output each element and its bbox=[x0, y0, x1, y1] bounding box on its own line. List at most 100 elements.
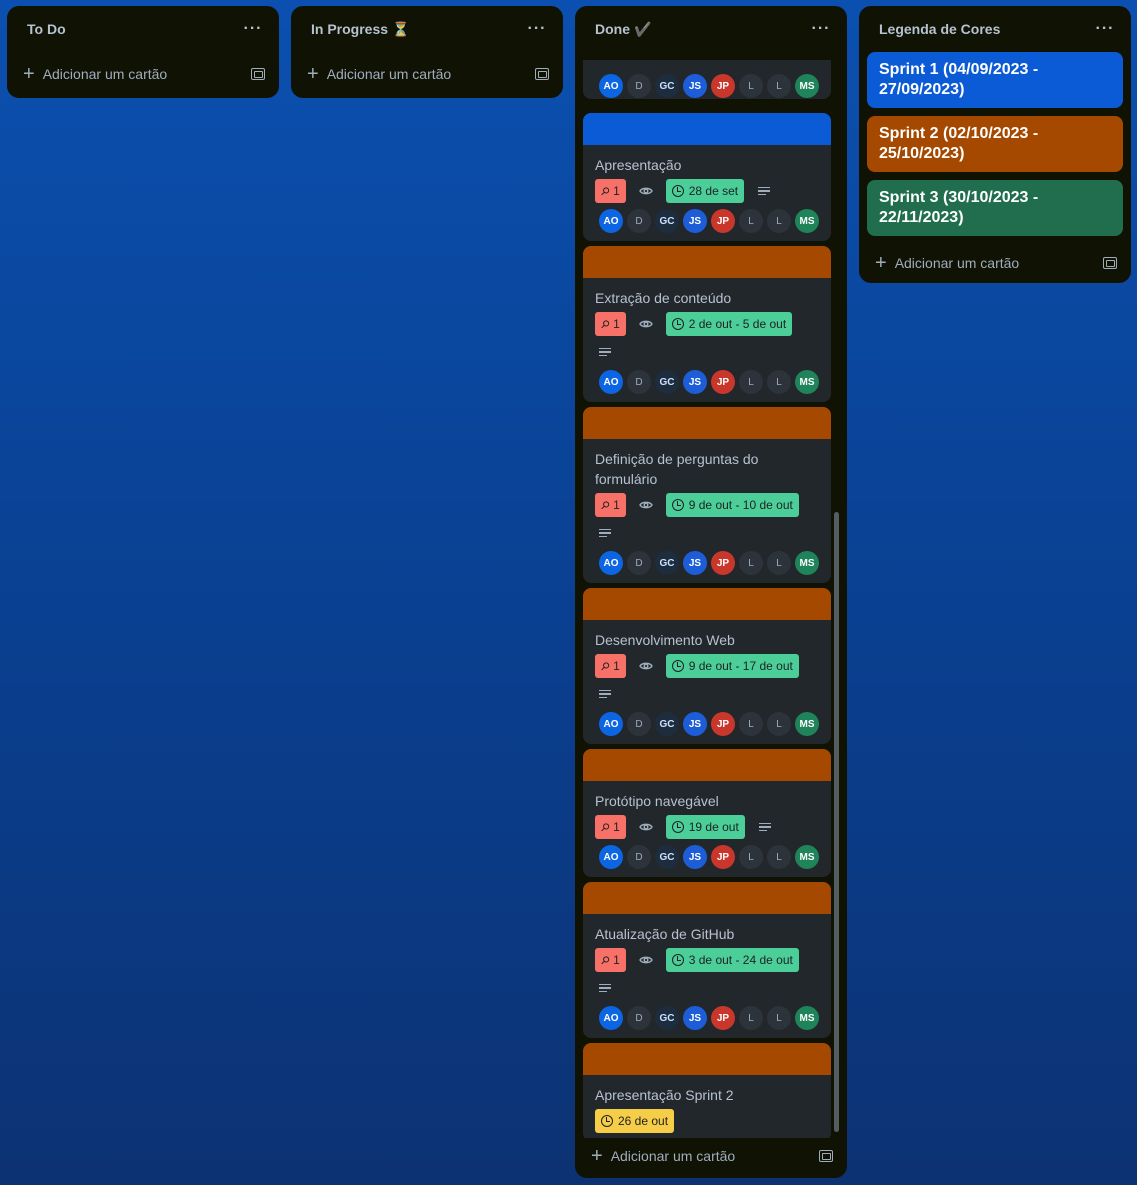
avatar[interactable]: GC bbox=[655, 845, 679, 869]
checkmark-icon: ✔️ bbox=[634, 20, 652, 37]
card[interactable]: Apresentação Sprint 2 26 de out bbox=[583, 1043, 831, 1138]
avatar[interactable]: L bbox=[767, 209, 791, 233]
card-title: Atualização de GitHub bbox=[595, 926, 735, 942]
list-title[interactable]: In Progress ⏳ bbox=[311, 21, 409, 38]
avatar[interactable]: L bbox=[739, 74, 763, 98]
avatar[interactable]: MS bbox=[795, 209, 819, 233]
card[interactable]: Definição de perguntas do formulário ⚲ 1 9 … bbox=[583, 407, 831, 583]
list-title[interactable]: Legenda de Cores bbox=[879, 21, 1000, 37]
avatar[interactable]: JP bbox=[711, 209, 735, 233]
due-date-badge[interactable]: 3 de out - 24 de out bbox=[665, 948, 799, 972]
avatar[interactable]: MS bbox=[795, 551, 819, 575]
list-menu-button[interactable]: ··· bbox=[523, 15, 551, 43]
add-card-button[interactable]: + Adicionar um cartão bbox=[291, 52, 563, 96]
avatar[interactable]: AO bbox=[599, 209, 623, 233]
avatar[interactable]: L bbox=[739, 712, 763, 736]
card-cover bbox=[583, 407, 831, 439]
create-from-template-button[interactable] bbox=[819, 1150, 833, 1162]
list-menu-button[interactable]: ··· bbox=[1091, 15, 1119, 43]
avatar[interactable]: L bbox=[739, 209, 763, 233]
avatar[interactable]: L bbox=[767, 1006, 791, 1030]
due-date-badge[interactable]: 19 de out bbox=[665, 815, 745, 839]
avatar[interactable]: L bbox=[767, 845, 791, 869]
avatar[interactable]: GC bbox=[655, 370, 679, 394]
avatar[interactable]: JS bbox=[683, 370, 707, 394]
avatar[interactable]: D bbox=[627, 370, 651, 394]
avatar[interactable]: AO bbox=[599, 712, 623, 736]
cards-scroll-area[interactable]: AO D GC JS JP L L MS Apresentação ⚲ 1 28 de set AO D G… bbox=[583, 60, 831, 1138]
card[interactable]: Apresentação ⚲ 1 28 de set AO D GC JS JP L L MS bbox=[583, 113, 831, 241]
avatar[interactable]: L bbox=[739, 1006, 763, 1030]
card[interactable]: Desenvolvimento Web ⚲ 1 9 de out - 17 de ou… bbox=[583, 588, 831, 744]
avatar[interactable]: JP bbox=[711, 712, 735, 736]
avatar[interactable]: GC bbox=[655, 712, 679, 736]
due-date-badge[interactable]: 26 de out bbox=[595, 1109, 675, 1133]
pin-count: 1 bbox=[613, 953, 620, 967]
avatar[interactable]: L bbox=[739, 370, 763, 394]
avatar[interactable]: GC bbox=[655, 551, 679, 575]
legend-card-sprint2[interactable]: Sprint 2 (02/10/2023 - 25/10/2023) bbox=[867, 116, 1123, 172]
pin-count: 1 bbox=[613, 498, 620, 512]
list-title[interactable]: To Do bbox=[27, 21, 66, 37]
due-date-badge[interactable]: 2 de out - 5 de out bbox=[665, 312, 793, 336]
avatar[interactable]: L bbox=[739, 551, 763, 575]
avatar[interactable]: D bbox=[627, 1006, 651, 1030]
avatar[interactable]: JP bbox=[711, 74, 735, 98]
avatar[interactable]: JS bbox=[683, 551, 707, 575]
avatar[interactable]: D bbox=[627, 74, 651, 98]
avatar[interactable]: D bbox=[627, 712, 651, 736]
avatar[interactable]: AO bbox=[599, 74, 623, 98]
avatar[interactable]: L bbox=[767, 74, 791, 98]
avatar[interactable]: MS bbox=[795, 845, 819, 869]
card[interactable]: Atualização de GitHub ⚲ 1 3 de out - 24 de … bbox=[583, 882, 831, 1038]
avatar[interactable]: AO bbox=[599, 845, 623, 869]
avatar[interactable]: JP bbox=[711, 1006, 735, 1030]
create-from-template-button[interactable] bbox=[1103, 257, 1117, 269]
legend-card-sprint3[interactable]: Sprint 3 (30/10/2023 - 22/11/2023) bbox=[867, 180, 1123, 236]
avatar[interactable]: D bbox=[627, 551, 651, 575]
avatar[interactable]: GC bbox=[655, 1006, 679, 1030]
create-from-template-button[interactable] bbox=[535, 68, 549, 80]
list-menu-button[interactable]: ··· bbox=[239, 15, 267, 43]
avatar[interactable]: MS bbox=[795, 1006, 819, 1030]
avatar[interactable]: JS bbox=[683, 1006, 707, 1030]
add-card-button[interactable]: + Adicionar um cartão bbox=[859, 244, 1131, 282]
avatar[interactable]: L bbox=[767, 712, 791, 736]
card[interactable]: Protótipo navegável ⚲ 1 19 de out AO D GC JS JP L… bbox=[583, 749, 831, 877]
avatar[interactable]: GC bbox=[655, 74, 679, 98]
avatar[interactable]: MS bbox=[795, 74, 819, 98]
avatar[interactable]: JS bbox=[683, 74, 707, 98]
avatar[interactable]: D bbox=[627, 845, 651, 869]
avatar[interactable]: GC bbox=[655, 209, 679, 233]
list-title[interactable]: Done ✔️ bbox=[595, 21, 651, 38]
card-badges-row2 bbox=[595, 340, 819, 364]
avatar[interactable]: MS bbox=[795, 370, 819, 394]
create-from-template-button[interactable] bbox=[251, 68, 265, 80]
due-date-badge[interactable]: 9 de out - 17 de out bbox=[665, 654, 799, 678]
avatar[interactable]: MS bbox=[795, 712, 819, 736]
avatar[interactable]: JS bbox=[683, 209, 707, 233]
card-partial[interactable]: AO D GC JS JP L L MS bbox=[583, 60, 831, 99]
avatar[interactable]: D bbox=[627, 209, 651, 233]
avatar[interactable]: JP bbox=[711, 551, 735, 575]
avatar[interactable]: AO bbox=[599, 551, 623, 575]
list-title-text: Done bbox=[595, 20, 630, 37]
list-menu-button[interactable]: ··· bbox=[807, 15, 835, 43]
card[interactable]: Extração de conteúdo ⚲ 1 2 de out - 5 de ou… bbox=[583, 246, 831, 402]
due-date-badge[interactable]: 9 de out - 10 de out bbox=[665, 493, 799, 517]
avatar[interactable]: JP bbox=[711, 845, 735, 869]
avatar[interactable]: JS bbox=[683, 845, 707, 869]
avatar[interactable]: JP bbox=[711, 370, 735, 394]
legend-card-sprint1[interactable]: Sprint 1 (04/09/2023 - 27/09/2023) bbox=[867, 52, 1123, 108]
add-card-button[interactable]: + Adicionar um cartão bbox=[575, 1134, 847, 1178]
avatar[interactable]: AO bbox=[599, 370, 623, 394]
avatar[interactable]: L bbox=[767, 551, 791, 575]
avatar[interactable]: JS bbox=[683, 712, 707, 736]
legend-card-label: Sprint 2 (02/10/2023 - 25/10/2023) bbox=[879, 125, 1039, 162]
add-card-button[interactable]: + Adicionar um cartão bbox=[7, 52, 279, 96]
due-date-badge[interactable]: 28 de set bbox=[665, 179, 745, 203]
avatar[interactable]: AO bbox=[599, 1006, 623, 1030]
scrollbar[interactable] bbox=[834, 512, 839, 1132]
avatar[interactable]: L bbox=[739, 845, 763, 869]
avatar[interactable]: L bbox=[767, 370, 791, 394]
